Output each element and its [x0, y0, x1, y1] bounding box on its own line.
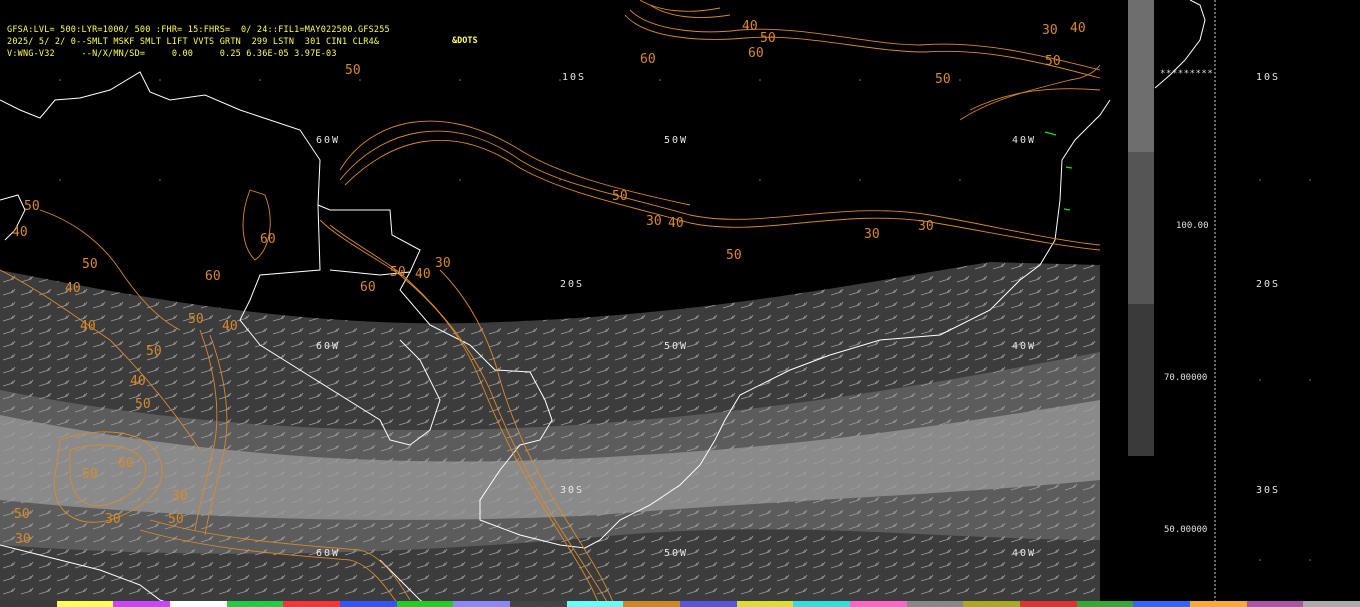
header-line-1: GFSA:LVL= 500:LYR=1000/ 500 :FHR= 15:FHR…: [7, 25, 390, 35]
lon-label-40w-mid: 40W: [1012, 341, 1037, 352]
svg-text:40: 40: [742, 19, 758, 34]
lon-label-40w: 40W: [1012, 135, 1037, 146]
dots-label: &DOTS: [452, 36, 478, 46]
svg-text:30: 30: [15, 532, 31, 547]
svg-text:50: 50: [760, 31, 776, 46]
svg-text:50: 50: [146, 344, 162, 359]
lon-label-40w-low: 40W: [1012, 548, 1037, 559]
svg-text:30: 30: [864, 227, 880, 242]
svg-text:50: 50: [1045, 54, 1061, 69]
colorbar-label-70: 70.00000: [1164, 373, 1208, 383]
lon-label-50w-mid: 50W: [664, 341, 689, 352]
svg-text:60: 60: [260, 232, 276, 247]
svg-text:40: 40: [222, 319, 238, 334]
colorbar: [1128, 0, 1154, 456]
colorbar-label-100: 100.00: [1176, 221, 1209, 231]
colorbar-max-label: *********: [1160, 69, 1214, 79]
svg-text:40: 40: [80, 319, 96, 334]
svg-text:40: 40: [65, 281, 81, 296]
svg-text:40: 40: [668, 216, 684, 231]
svg-text:40: 40: [12, 225, 28, 240]
svg-text:50: 50: [612, 189, 628, 204]
svg-text:50: 50: [14, 507, 30, 522]
lon-label-60w: 60W: [316, 135, 341, 146]
svg-text:50: 50: [726, 248, 742, 263]
color-table-strip: [0, 601, 1360, 607]
svg-text:50: 50: [935, 72, 951, 87]
lat-label-10s: 10S: [562, 72, 587, 83]
svg-text:30: 30: [435, 256, 451, 271]
colorbar-label-50: 50.00000: [1164, 525, 1208, 535]
svg-text:30: 30: [918, 219, 934, 234]
svg-text:60: 60: [640, 52, 656, 67]
svg-text:30: 30: [105, 512, 121, 527]
svg-text:40: 40: [1070, 21, 1086, 36]
lon-label-60w-low: 60W: [316, 548, 341, 559]
lat-label-20s: 20S: [560, 279, 585, 290]
svg-text:30: 30: [1042, 23, 1058, 38]
svg-text:60: 60: [205, 269, 221, 284]
svg-text:30: 30: [646, 214, 662, 229]
svg-text:30: 30: [172, 489, 188, 504]
header-line-2: 2025/ 5/ 2/ 0--SMLT MSKF SMLT LIFT VVTS …: [7, 37, 380, 47]
lat-label-20s-right: 20S: [1256, 279, 1281, 290]
svg-text:50: 50: [188, 312, 204, 327]
weather-map: 405060 60 30 405050 505030 40 503030 606060…: [0, 0, 1311, 607]
svg-text:50: 50: [135, 397, 151, 412]
lat-label-30s-right: 30S: [1256, 485, 1281, 496]
svg-text:60: 60: [118, 456, 134, 471]
svg-text:60: 60: [360, 280, 376, 295]
svg-text:60: 60: [748, 46, 764, 61]
lat-label-30s: 30S: [560, 485, 585, 496]
lon-label-50w-low: 50W: [664, 548, 689, 559]
svg-text:40: 40: [130, 374, 146, 389]
lon-label-50w: 50W: [664, 135, 689, 146]
svg-text:50: 50: [390, 265, 406, 280]
svg-text:40: 40: [415, 267, 431, 282]
svg-text:50: 50: [168, 512, 184, 527]
lat-label-10s-right: 10S: [1256, 72, 1281, 83]
header-line-3: V:WNG-V32 --N/X/MN/SD= 0.00 0.25 6.36E-0…: [7, 49, 337, 59]
svg-text:50: 50: [24, 199, 40, 214]
green-markers: [1044, 131, 1073, 211]
lon-label-60w-mid: 60W: [316, 341, 341, 352]
svg-text:50: 50: [82, 257, 98, 272]
svg-text:50: 50: [82, 467, 98, 482]
svg-text:50: 50: [345, 63, 361, 78]
